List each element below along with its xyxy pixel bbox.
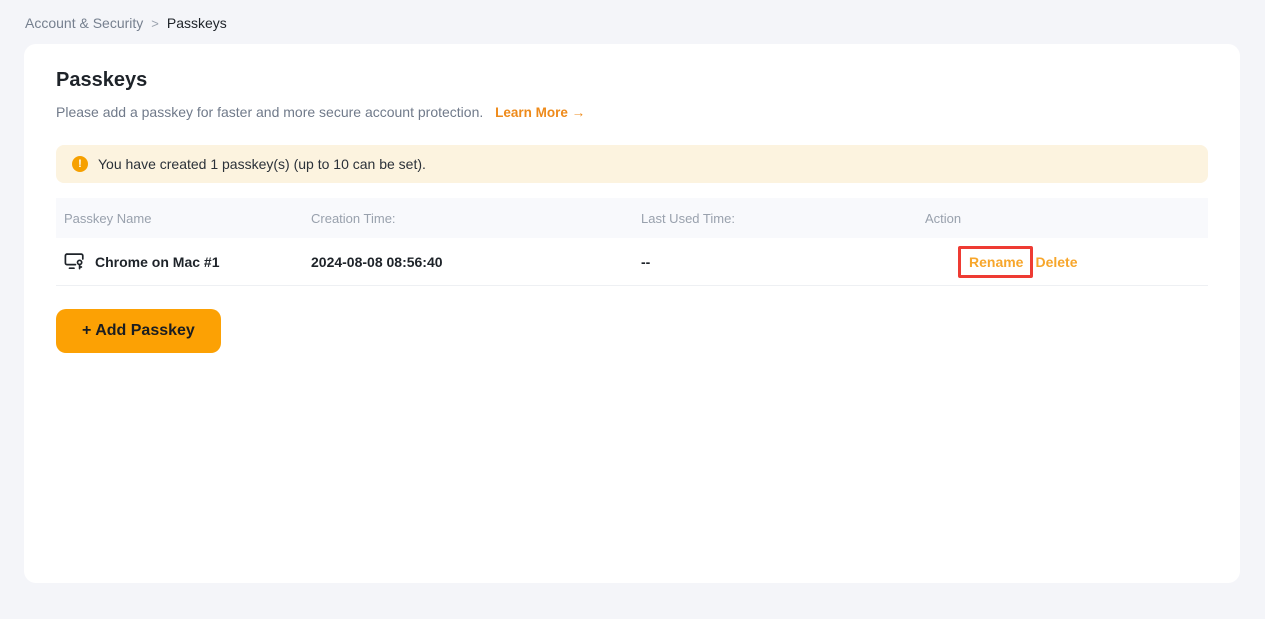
add-passkey-button[interactable]: + Add Passkey bbox=[56, 309, 221, 353]
passkey-count-banner: ! You have created 1 passkey(s) (up to 1… bbox=[56, 145, 1208, 183]
breadcrumb-passkeys: Passkeys bbox=[166, 15, 227, 31]
column-header-passkey-name: Passkey Name bbox=[64, 210, 152, 226]
table-row: Chrome on Mac #1 2024-08-08 08:56:40 -- … bbox=[56, 238, 1208, 286]
passkeys-card: Passkeys Please add a passkey for faster… bbox=[24, 44, 1240, 583]
action-cell: Rename Delete bbox=[925, 245, 1208, 278]
column-header-action: Action bbox=[925, 210, 962, 226]
table-header-row: Passkey Name Creation Time: Last Used Ti… bbox=[56, 198, 1208, 238]
column-header-creation-time: Creation Time: bbox=[311, 210, 396, 226]
passkey-device-icon bbox=[64, 252, 86, 271]
passkey-name-cell: Chrome on Mac #1 bbox=[56, 252, 311, 271]
breadcrumb-account-security[interactable]: Account & Security bbox=[25, 15, 143, 31]
banner-text: You have created 1 passkey(s) (up to 10 … bbox=[98, 156, 426, 172]
delete-button[interactable]: Delete bbox=[1035, 254, 1077, 270]
exclamation-circle-icon: ! bbox=[72, 156, 88, 172]
passkey-name: Chrome on Mac #1 bbox=[95, 253, 220, 270]
passkeys-table: Passkey Name Creation Time: Last Used Ti… bbox=[56, 198, 1208, 286]
page-description: Please add a passkey for faster and more… bbox=[56, 102, 1208, 123]
creation-time-value: 2024-08-08 08:56:40 bbox=[311, 253, 443, 270]
page-title: Passkeys bbox=[56, 69, 148, 91]
breadcrumb: Account & Security > Passkeys bbox=[0, 0, 1265, 31]
column-header-last-used-time: Last Used Time: bbox=[641, 210, 735, 226]
breadcrumb-separator-icon: > bbox=[151, 15, 159, 31]
learn-more-link[interactable]: Learn More → bbox=[495, 105, 585, 120]
rename-annotation-box: Rename bbox=[958, 245, 1034, 278]
rename-button[interactable]: Rename bbox=[969, 254, 1023, 270]
last-used-time-value: -- bbox=[641, 253, 651, 270]
page-description-text: Please add a passkey for faster and more… bbox=[56, 104, 484, 120]
